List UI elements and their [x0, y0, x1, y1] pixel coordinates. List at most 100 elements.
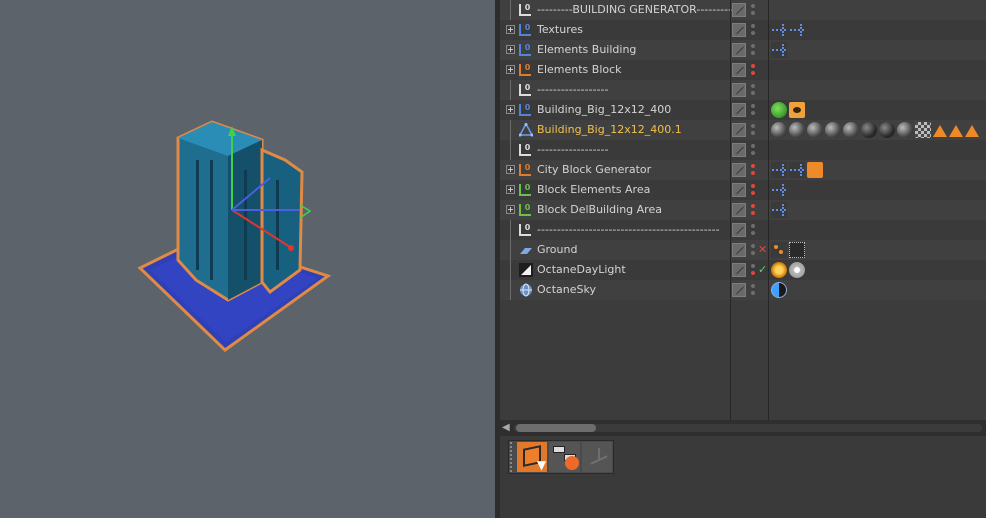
expand-icon[interactable] — [506, 105, 515, 114]
visibility-dots[interactable] — [751, 23, 756, 37]
green-tag-icon[interactable] — [771, 102, 787, 118]
layer-icon[interactable] — [732, 143, 746, 157]
scroll-thumb[interactable] — [516, 424, 596, 432]
layer-icon[interactable] — [732, 183, 746, 197]
object-row[interactable]: 0 Elements Building — [500, 40, 986, 60]
dark-tag-icon[interactable] — [879, 122, 895, 138]
horizontal-scrollbar[interactable]: ◀ — [500, 420, 986, 436]
pts-tag-icon[interactable] — [771, 242, 787, 258]
expand-icon[interactable] — [506, 165, 515, 174]
box-tag-icon[interactable] — [789, 242, 805, 258]
scroll-left-arrow[interactable]: ◀ — [502, 422, 512, 434]
object-name[interactable]: Building_Big_12x12_400.1 — [537, 120, 682, 140]
xp-tag-icon[interactable] — [771, 182, 787, 198]
object-row[interactable]: OctaneSky — [500, 280, 986, 300]
object-row[interactable]: 0 Elements Block — [500, 60, 986, 80]
palette-grip[interactable] — [510, 442, 515, 472]
visibility-dots[interactable] — [751, 83, 756, 97]
layer-icon[interactable] — [732, 163, 746, 177]
visibility-dots[interactable] — [751, 163, 756, 177]
visibility-dots[interactable] — [751, 123, 756, 137]
xp-tag-icon[interactable] — [771, 22, 787, 38]
mat-tag-icon[interactable] — [843, 122, 859, 138]
object-row[interactable]: 0 Block DelBuilding Area — [500, 200, 986, 220]
sun-tag-icon[interactable] — [771, 262, 787, 278]
visibility-dots[interactable] — [751, 43, 756, 57]
layer-icon[interactable] — [732, 123, 746, 137]
mat-tag-icon[interactable] — [825, 122, 841, 138]
xp-tag-icon[interactable] — [789, 22, 805, 38]
visibility-dots[interactable] — [751, 263, 756, 277]
layer-icon[interactable] — [732, 203, 746, 217]
model-mode-button[interactable]: ▼ — [516, 442, 548, 472]
layer-icon[interactable] — [732, 83, 746, 97]
object-row[interactable]: 0 City Block Generator — [500, 160, 986, 180]
xp-tag-icon[interactable] — [789, 162, 805, 178]
expand-icon[interactable] — [506, 65, 515, 74]
object-row[interactable]: 0 ------------------ — [500, 80, 986, 100]
object-manager[interactable]: 0 ---------BUILDING GENERATOR--------- 0 Te… — [500, 0, 986, 420]
layer-icon[interactable] — [732, 243, 746, 257]
object-name[interactable]: ------------------ — [537, 80, 608, 100]
layer-icon[interactable] — [732, 63, 746, 77]
layer-icon[interactable] — [732, 103, 746, 117]
object-name[interactable]: City Block Generator — [537, 160, 651, 180]
object-row[interactable]: 0 Building_Big_12x12_400 — [500, 100, 986, 120]
xp-tag-icon[interactable] — [771, 162, 787, 178]
expand-icon[interactable] — [506, 45, 515, 54]
object-row[interactable]: OctaneDayLight ✓ — [500, 260, 986, 280]
axis-mode-button[interactable] — [581, 442, 613, 472]
layer-icon[interactable] — [732, 283, 746, 297]
object-name[interactable]: ---------BUILDING GENERATOR--------- — [537, 0, 732, 20]
orange-tag-icon[interactable] — [807, 162, 823, 178]
visibility-dots[interactable] — [751, 183, 756, 197]
xp-tag-icon[interactable] — [771, 202, 787, 218]
tri-tag-icon[interactable] — [933, 125, 947, 137]
object-name[interactable]: ------------------ — [537, 140, 608, 160]
tri-tag-icon[interactable] — [949, 125, 963, 137]
enabled-check-icon[interactable]: ✓ — [758, 262, 767, 278]
object-name[interactable]: OctaneDayLight — [537, 260, 626, 280]
object-name[interactable]: Block Elements Area — [537, 180, 650, 200]
gear-tag-icon[interactable] — [789, 262, 805, 278]
layer-icon[interactable] — [732, 223, 746, 237]
eye-tag-icon[interactable] — [789, 102, 805, 118]
object-name[interactable]: Elements Block — [537, 60, 622, 80]
object-name[interactable]: Block DelBuilding Area — [537, 200, 662, 220]
object-name[interactable]: Ground — [537, 240, 577, 260]
object-row[interactable]: 0 ---------------------------------------… — [500, 220, 986, 240]
visibility-dots[interactable] — [751, 103, 756, 117]
visibility-dots[interactable] — [751, 223, 756, 237]
visibility-dots[interactable] — [751, 203, 756, 217]
object-name[interactable]: Textures — [537, 20, 583, 40]
object-row[interactable]: Ground ✕ — [500, 240, 986, 260]
object-row[interactable]: Building_Big_12x12_400.1 — [500, 120, 986, 140]
expand-icon[interactable] — [506, 205, 515, 214]
visibility-dots[interactable] — [751, 243, 756, 257]
layer-icon[interactable] — [732, 263, 746, 277]
visibility-dots[interactable] — [751, 283, 756, 297]
xp-tag-icon[interactable] — [771, 42, 787, 58]
object-row[interactable]: 0 Block Elements Area — [500, 180, 986, 200]
mat-tag-icon[interactable] — [807, 122, 823, 138]
mat-tag-icon[interactable] — [897, 122, 913, 138]
sky-tag-icon[interactable] — [771, 282, 787, 298]
3d-viewport[interactable] — [0, 0, 495, 518]
visibility-dots[interactable] — [751, 143, 756, 157]
object-name[interactable]: OctaneSky — [537, 280, 596, 300]
layer-icon[interactable] — [732, 23, 746, 37]
layer-icon[interactable] — [732, 3, 746, 17]
mat-tag-icon[interactable] — [771, 122, 787, 138]
object-name[interactable]: Building_Big_12x12_400 — [537, 100, 671, 120]
visibility-dots[interactable] — [751, 3, 756, 17]
mat-tag-icon[interactable] — [789, 122, 805, 138]
building-model[interactable] — [0, 0, 495, 518]
object-row[interactable]: 0 ------------------ — [500, 140, 986, 160]
check-tag-icon[interactable] — [915, 122, 931, 138]
object-name[interactable]: ----------------------------------------… — [537, 220, 720, 240]
hierarchy-mode-button[interactable] — [549, 442, 580, 472]
dark-tag-icon[interactable] — [861, 122, 877, 138]
object-row[interactable]: 0 Textures — [500, 20, 986, 40]
visibility-dots[interactable] — [751, 63, 756, 77]
expand-icon[interactable] — [506, 185, 515, 194]
